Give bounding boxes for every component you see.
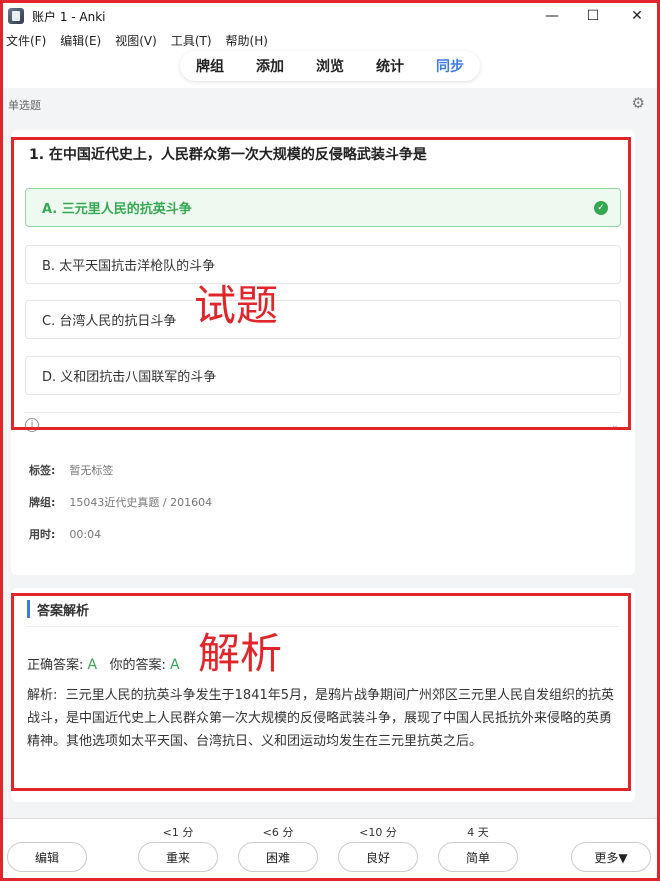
deck-label: 牌组: [29, 496, 56, 509]
annotation-question: 试题 [194, 281, 279, 330]
gear-icon[interactable]: ⚙ [632, 94, 645, 112]
menu-help[interactable]: 帮助(H) [226, 32, 268, 49]
menu-bar: 文件(F) 编辑(E) 视图(V) 工具(T) 帮助(H) [3, 30, 657, 50]
edit-button[interactable]: 编辑 [7, 842, 87, 872]
hard-button[interactable]: 困难 [238, 842, 318, 872]
menu-file[interactable]: 文件(F) [6, 32, 46, 49]
main-toolbar: 牌组 添加 浏览 统计 同步 [180, 51, 480, 81]
menu-edit[interactable]: 编辑(E) [60, 32, 101, 49]
question-type: 单选题 [8, 99, 41, 112]
easy-interval: 4 天 [467, 826, 489, 839]
menu-view[interactable]: 视图(V) [115, 32, 157, 49]
hard-interval: <6 分 [262, 826, 294, 839]
deck-value: 15043近代史真题 / 201604 [69, 496, 213, 509]
toolbar-stats[interactable]: 统计 [376, 56, 404, 76]
toolbar-decks[interactable]: 牌组 [196, 56, 224, 76]
meta-time: 用时: 00:04 [29, 526, 101, 542]
more-button[interactable]: 更多▼ [571, 842, 651, 872]
time-label: 用时: [29, 528, 56, 541]
tags-label: 标签: [29, 464, 56, 477]
toolbar-sync[interactable]: 同步 [436, 56, 464, 76]
good-interval: <10 分 [359, 826, 397, 839]
annotation-analysis: 解析 [198, 629, 283, 678]
close-button[interactable]: ✕ [613, 3, 660, 29]
maximize-button[interactable]: ☐ [569, 3, 617, 29]
meta-tags: 标签: 暂无标签 [29, 462, 113, 478]
anki-app-icon [8, 8, 24, 24]
time-value: 00:04 [69, 528, 102, 541]
question-highlight-box [11, 137, 631, 430]
meta-deck: 牌组: 15043近代史真题 / 201604 [29, 494, 212, 510]
answer-bar: 编辑 <1 分 重来 <6 分 困难 <10 分 良好 4 天 简单 更多▼ [3, 818, 657, 878]
again-button[interactable]: 重来 [138, 842, 218, 872]
title-bar: 账户 1 - Anki — ☐ ✕ [3, 3, 657, 29]
toolbar-browse[interactable]: 浏览 [316, 56, 344, 76]
analysis-highlight-box [11, 593, 631, 791]
good-button[interactable]: 良好 [338, 842, 418, 872]
menu-tools[interactable]: 工具(T) [171, 32, 212, 49]
again-interval: <1 分 [162, 826, 194, 839]
toolbar-add[interactable]: 添加 [256, 56, 284, 76]
easy-button[interactable]: 简单 [438, 842, 518, 872]
tags-value: 暂无标签 [69, 464, 114, 477]
window-title: 账户 1 - Anki [32, 9, 106, 24]
